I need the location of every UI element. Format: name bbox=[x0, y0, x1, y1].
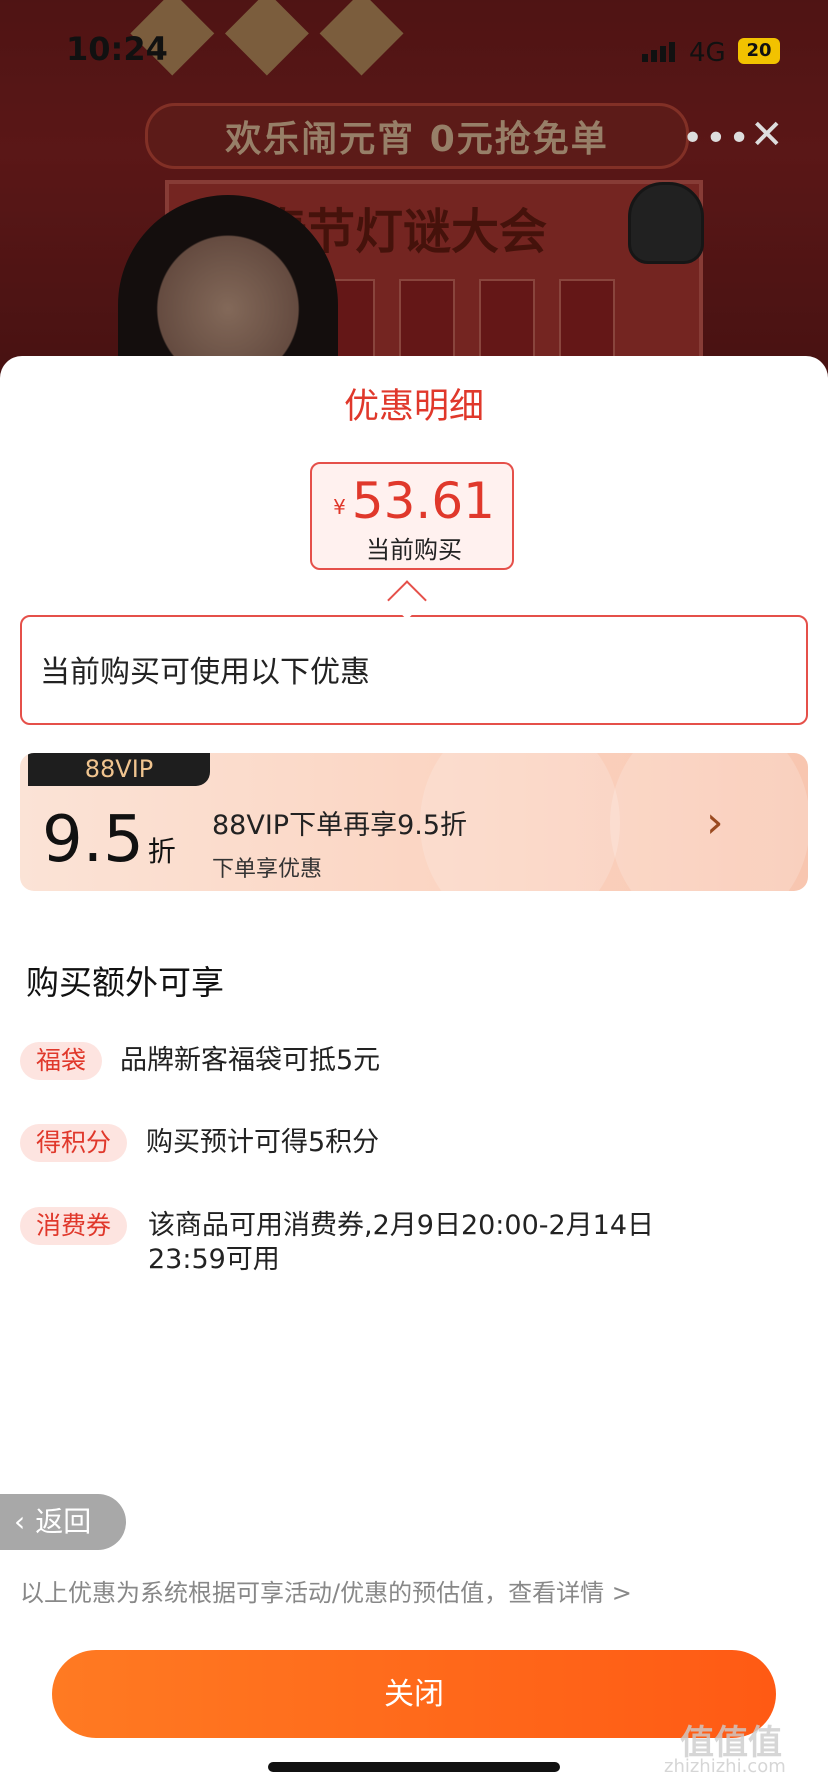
info-box: 当前购买可使用以下优惠 bbox=[20, 615, 808, 725]
discount-number: 9.5 bbox=[42, 803, 144, 877]
status-time: 10:24 bbox=[66, 30, 168, 68]
close-button[interactable]: 关闭 bbox=[52, 1650, 776, 1738]
vip-discount: 9.5 折 bbox=[42, 803, 176, 877]
close-icon[interactable]: ✕ bbox=[750, 112, 784, 158]
home-indicator bbox=[268, 1762, 560, 1772]
perk-text: 该商品可用消费券,2月9日20:00-2月14日23:59可用 bbox=[148, 1210, 655, 1275]
price-caption: 当前购买 bbox=[366, 536, 462, 564]
currency-symbol: ¥ bbox=[333, 495, 346, 519]
perk-tag: 福袋 bbox=[20, 1042, 103, 1080]
info-text: 当前购买可使用以下优惠 bbox=[40, 655, 370, 690]
discount-unit: 折 bbox=[147, 835, 176, 868]
signal-icon bbox=[642, 42, 675, 62]
disclaimer-link[interactable]: 以上优惠为系统根据可享活动/优惠的预估值，查看详情 > bbox=[20, 1573, 632, 1608]
price-box: ¥53.61 当前购买 bbox=[310, 462, 514, 570]
back-button[interactable]: ‹ 返回 bbox=[0, 1494, 126, 1550]
more-icon[interactable]: ••• bbox=[682, 118, 752, 159]
price-value: 53.61 bbox=[351, 472, 495, 530]
status-bar: 10:24 4G 20 bbox=[0, 0, 828, 100]
extra-benefits-heading: 购买额外可享 bbox=[26, 963, 224, 1002]
chevron-right-icon[interactable]: › bbox=[706, 797, 724, 848]
perk-text: 购买预计可得5积分 bbox=[146, 1127, 380, 1158]
discount-detail-sheet: 优惠明细 ¥53.61 当前购买 当前购买可使用以下优惠 88VIP 9.5 折 … bbox=[0, 356, 828, 1792]
vip-discount-card[interactable]: 88VIP 9.5 折 88VIP下单再享9.5折 下单享优惠 › bbox=[20, 753, 808, 891]
back-label: 返回 bbox=[35, 1505, 92, 1538]
sheet-title: 优惠明细 bbox=[343, 387, 484, 427]
watermark-sub: zhizhizhi.com bbox=[664, 1756, 786, 1777]
vip-title: 88VIP下单再享9.5折 bbox=[212, 810, 468, 841]
chevron-left-icon: ‹ bbox=[14, 1505, 26, 1538]
vip-subtitle: 下单享优惠 bbox=[212, 857, 323, 882]
network-label: 4G bbox=[689, 38, 726, 68]
battery-icon: 20 bbox=[738, 38, 780, 64]
perk-tag: 得积分 bbox=[20, 1124, 128, 1162]
pointer-arrow bbox=[387, 580, 427, 620]
perk-tag: 消费券 bbox=[20, 1207, 128, 1245]
perk-text: 品牌新客福袋可抵5元 bbox=[120, 1045, 381, 1076]
price-line: ¥53.61 bbox=[312, 472, 516, 530]
vip-tag: 88VIP bbox=[28, 753, 210, 786]
